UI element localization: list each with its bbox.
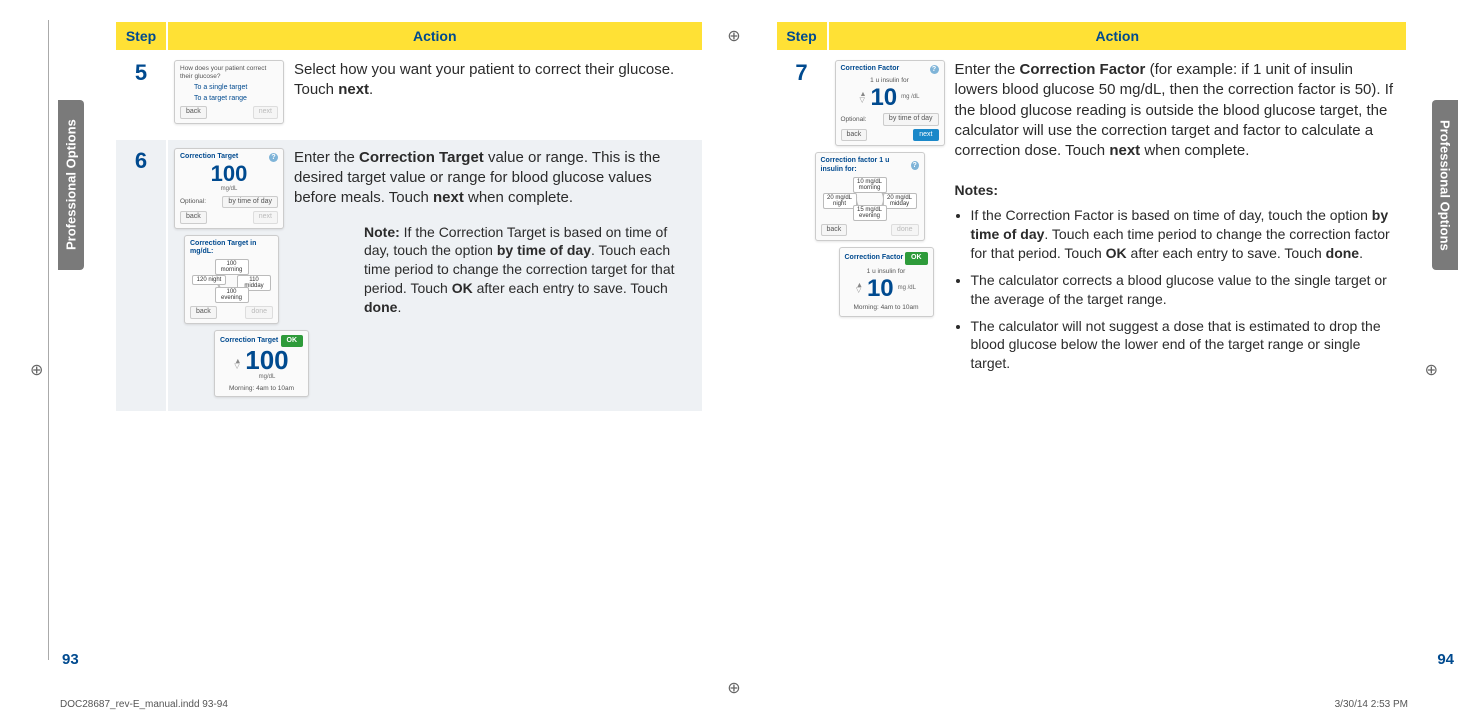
mock7b-morning: 10 mg/dL morning: [853, 177, 887, 193]
mock6b-done-button: done: [245, 306, 273, 318]
mock6b-evening: 100 evening: [215, 287, 249, 303]
spinner-arrows-icon: ▲▽: [234, 359, 241, 370]
mock6a-next-button: next: [253, 211, 278, 223]
step-7-row: 7 Correction Factor ? 1 u insulin for: [777, 52, 1407, 389]
mock7a-unit: mg /dL: [901, 94, 919, 101]
step-7-notes: Notes: If the Correction Factor is based…: [955, 181, 1401, 373]
page-number-left: 93: [62, 651, 79, 668]
mock7b-evening: 15 mg/dL evening: [853, 205, 887, 221]
mock7b-midday: 20 mg/dL midday: [883, 193, 917, 209]
mock6b-morning: 100 morning: [215, 259, 249, 275]
note-2: The calculator corrects a blood glucose …: [971, 271, 1401, 309]
note-1: If the Correction Factor is based on tim…: [971, 206, 1401, 263]
mock7a-optional: Optional:: [841, 116, 867, 124]
mock6c-period: Morning: 4am to 10am: [220, 385, 303, 393]
notes-heading: Notes:: [955, 181, 1401, 200]
mock7a-title: Correction Factor: [841, 65, 900, 73]
side-tab-left: Professional Options: [58, 100, 84, 270]
steps-table-right: Step Action 7 Correction Factor ?: [775, 20, 1409, 391]
page-number-right: 94: [1437, 651, 1454, 668]
step-5-mockup: How does your patient correct their gluc…: [174, 60, 284, 130]
side-tab-right: Professional Options: [1432, 100, 1458, 270]
registration-mark-bottom: ⊕: [727, 678, 740, 698]
page-right: Professional Options Step Action 7: [735, 20, 1468, 660]
step-6-row: 6 Correction Target ? 100 mg/d: [116, 140, 702, 412]
mock6b-time-grid: 100 morning 120 night 110 midday 100 eve…: [190, 259, 273, 303]
spinner-arrows-icon: ▲▽: [860, 92, 867, 103]
page-spread: Professional Options Step Action 5 How d…: [0, 0, 1468, 660]
step-6-number: 6: [116, 140, 166, 412]
mock6a-optional: Optional:: [180, 198, 206, 206]
mock7b-back-button: back: [821, 224, 848, 236]
mock7b-time-grid: 10 mg/dL morning 20 mg/dL night 20 mg/dL…: [821, 177, 919, 221]
mock7a-next-button: next: [913, 129, 938, 141]
mock7c-value: 10: [867, 278, 894, 300]
spinner-arrows-icon: ▲▽: [856, 283, 863, 294]
mock7a-value: 10: [870, 87, 897, 109]
header-step: Step: [116, 22, 166, 50]
mock7a-back-button: back: [841, 129, 868, 141]
header-step-r: Step: [777, 22, 827, 50]
mock7c-ok-button: OK: [905, 252, 928, 264]
header-action: Action: [168, 22, 702, 50]
mock6a-back-button: back: [180, 211, 207, 223]
step-7-text: Enter the Correction Factor (for example…: [955, 60, 1401, 381]
mock7c-unit: mg /dL: [898, 285, 916, 292]
mock5-question: How does your patient correct their gluc…: [180, 65, 278, 81]
mock6a-unit: mg/dL: [180, 186, 278, 193]
steps-table-left: Step Action 5 How does your patient corr…: [114, 20, 704, 413]
mock6b-title: Correction Target in mg/dL:: [190, 240, 273, 257]
mock5-next-button: next: [253, 106, 278, 118]
mock7b-night: 20 mg/dL night: [823, 193, 857, 209]
mock6c-value: 100: [245, 349, 288, 372]
header-action-r: Action: [829, 22, 1407, 50]
mock6b-back-button: back: [190, 306, 217, 318]
mock7c-title: Correction Factor: [845, 254, 904, 262]
step-6-note: Note: If the Correction Target is based …: [364, 223, 696, 317]
mock7b-title: Correction factor 1 u insulin for:: [821, 157, 911, 174]
step-5-number: 5: [116, 52, 166, 138]
mock7a-bytime-button: by time of day: [883, 113, 939, 125]
print-timestamp: 3/30/14 2:53 PM: [1335, 699, 1408, 710]
mock6c-unit: mg/dL: [245, 374, 288, 381]
mock7c-period: Morning: 4am to 10am: [845, 304, 928, 312]
mock6a-bytime-button: by time of day: [222, 196, 278, 208]
help-icon: ?: [930, 65, 939, 74]
print-footer: DOC28687_rev-E_manual.indd 93-94 3/30/14…: [60, 699, 1408, 710]
help-icon: ?: [269, 153, 278, 162]
doc-filename: DOC28687_rev-E_manual.indd 93-94: [60, 699, 228, 710]
note-3: The calculator will not suggest a dose t…: [971, 317, 1401, 374]
mock6c-title: Correction Target: [220, 337, 278, 345]
step-7-mockups: Correction Factor ? 1 u insulin for ▲▽ 1…: [835, 60, 945, 381]
page-left: Professional Options Step Action 5 How d…: [0, 20, 735, 660]
mock6a-value: 100: [180, 164, 278, 184]
mock6b-night: 120 night: [192, 275, 226, 285]
mock5-back-button: back: [180, 106, 207, 118]
help-icon: ?: [911, 161, 919, 170]
mock7b-done-button: done: [891, 224, 919, 236]
mock5-option-single: To a single target: [194, 84, 278, 92]
step-5-row: 5 How does your patient correct their gl…: [116, 52, 702, 138]
step-6-mockups: Correction Target ? 100 mg/dL Optional: …: [174, 148, 284, 404]
step-6-text: Enter the Correction Target value or ran…: [294, 148, 696, 404]
mock5-option-range: To a target range: [194, 95, 278, 103]
step-5-text: Select how you want your patient to corr…: [294, 60, 696, 130]
